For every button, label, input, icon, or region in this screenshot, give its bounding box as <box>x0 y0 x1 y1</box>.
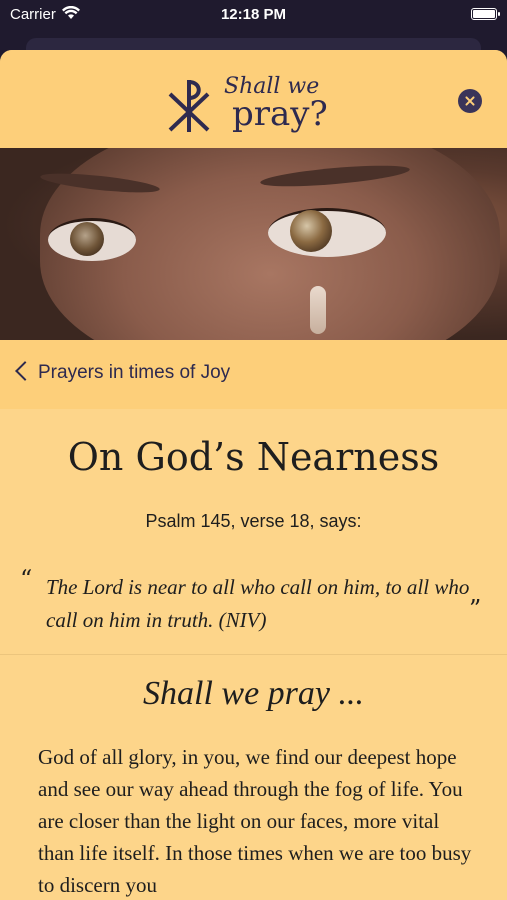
clock: 12:18 PM <box>220 6 287 23</box>
app-header: Shall we pray? <box>0 50 507 148</box>
prayer-subtitle: Shall we pray ... <box>143 675 364 712</box>
back-button-label[interactable]: Prayers in times of Joy <box>38 362 230 384</box>
prayer-content: On God’s Nearness Psalm 145, verse 18, s… <box>0 409 507 900</box>
logo-text-line2: pray? <box>232 94 328 134</box>
back-nav-bar[interactable]: Prayers in times of Joy <box>0 340 507 409</box>
divider <box>0 654 507 655</box>
prayer-sheet: Shall we pray? Prayers in times of Joy O… <box>0 50 507 900</box>
close-quote-mark: ” <box>469 595 482 623</box>
prayer-text: God of all glory, in you, we find our de… <box>38 745 472 897</box>
scripture-reference: Psalm 145, verse 18, says: <box>145 511 362 531</box>
chevron-left-icon[interactable] <box>15 361 35 381</box>
battery-icon <box>471 8 500 20</box>
scripture-quote: The Lord is near to all who call on him,… <box>46 575 470 632</box>
close-button[interactable] <box>458 89 482 113</box>
open-quote-mark: “ <box>20 565 33 593</box>
prayer-title: On God’s Nearness <box>67 435 440 479</box>
chi-rho-icon <box>168 80 210 132</box>
status-bar: Carrier 12:18 PM <box>0 0 507 30</box>
hero-image <box>0 148 507 340</box>
